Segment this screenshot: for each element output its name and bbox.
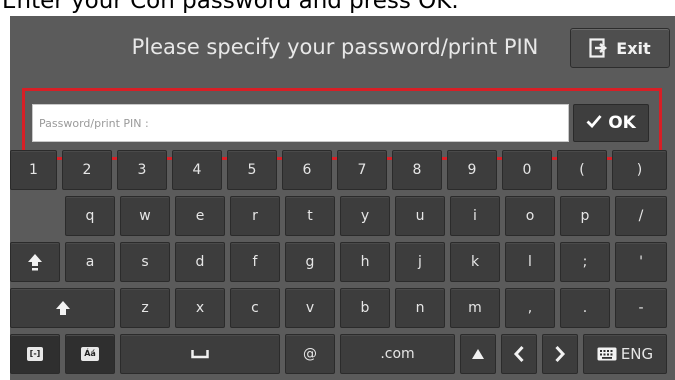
key-t[interactable]: t: [285, 196, 335, 236]
key-comma[interactable]: ,: [505, 288, 555, 328]
key-o[interactable]: o: [505, 196, 555, 236]
key-b[interactable]: b: [340, 288, 390, 328]
chevron-right-icon: [555, 345, 566, 363]
space-icon: [191, 350, 209, 359]
key-up[interactable]: [460, 334, 496, 374]
key-2[interactable]: 2: [62, 150, 112, 190]
key-g[interactable]: g: [285, 242, 335, 282]
key-y[interactable]: y: [340, 196, 390, 236]
keyboard-panel: Please specify your password/print PIN E…: [10, 16, 675, 380]
key-0[interactable]: 0: [502, 150, 552, 190]
key-k[interactable]: k: [450, 242, 500, 282]
exit-button[interactable]: Exit: [570, 28, 670, 68]
key-at[interactable]: @: [285, 334, 335, 374]
ok-label: OK: [608, 113, 636, 133]
key-9[interactable]: 9: [447, 150, 497, 190]
key-hyphen-mode[interactable]: [-]: [10, 334, 60, 374]
key-x[interactable]: x: [175, 288, 225, 328]
key-n[interactable]: n: [395, 288, 445, 328]
key-shift[interactable]: [10, 288, 115, 328]
keyboard-icon: [597, 347, 617, 361]
key-z[interactable]: z: [120, 288, 170, 328]
key-accent[interactable]: Áá: [65, 334, 115, 374]
key-space[interactable]: [120, 334, 280, 374]
key-period[interactable]: .: [560, 288, 610, 328]
ok-button[interactable]: OK: [573, 104, 649, 142]
key-6[interactable]: 6: [282, 150, 332, 190]
key-r[interactable]: r: [230, 196, 280, 236]
check-icon: [586, 113, 602, 133]
key-q[interactable]: q: [65, 196, 115, 236]
key-a[interactable]: a: [65, 242, 115, 282]
hyphen-mode-label: [-]: [26, 347, 44, 361]
key-left[interactable]: [501, 334, 537, 374]
key-w[interactable]: w: [120, 196, 170, 236]
key-8[interactable]: 8: [392, 150, 442, 190]
key-v[interactable]: v: [285, 288, 335, 328]
key-m[interactable]: m: [450, 288, 500, 328]
key-slash[interactable]: /: [615, 196, 667, 236]
key-f[interactable]: f: [230, 242, 280, 282]
chevron-left-icon: [513, 345, 524, 363]
key-dot-com[interactable]: .com: [340, 334, 455, 374]
key-5[interactable]: 5: [227, 150, 277, 190]
key-7[interactable]: 7: [337, 150, 387, 190]
key-close-paren[interactable]: ): [612, 150, 667, 190]
page-title: Please specify your password/print PIN: [131, 35, 539, 59]
key-d[interactable]: d: [175, 242, 225, 282]
key-s[interactable]: s: [120, 242, 170, 282]
password-input[interactable]: [32, 104, 569, 142]
key-3[interactable]: 3: [117, 150, 167, 190]
instruction-text: Enter your Con password and press OK.: [2, 0, 459, 14]
key-u[interactable]: u: [395, 196, 445, 236]
key-hyphen[interactable]: -: [615, 288, 667, 328]
key-apostrophe[interactable]: ': [615, 242, 667, 282]
exit-icon: [589, 38, 609, 58]
accent-label: Áá: [81, 347, 99, 361]
language-label: ENG: [620, 345, 654, 363]
shift-lock-icon: [28, 254, 42, 271]
shift-icon: [55, 301, 70, 315]
key-semicolon[interactable]: ;: [560, 242, 610, 282]
key-c[interactable]: c: [230, 288, 280, 328]
language-button[interactable]: ENG: [583, 334, 667, 374]
key-j[interactable]: j: [395, 242, 445, 282]
key-open-paren[interactable]: (: [557, 150, 607, 190]
exit-label: Exit: [616, 38, 651, 58]
key-e[interactable]: e: [175, 196, 225, 236]
triangle-up-icon: [472, 349, 484, 359]
key-right[interactable]: [542, 334, 578, 374]
key-p[interactable]: p: [560, 196, 610, 236]
key-1[interactable]: 1: [10, 150, 57, 190]
key-i[interactable]: i: [450, 196, 500, 236]
key-4[interactable]: 4: [172, 150, 222, 190]
key-h[interactable]: h: [340, 242, 390, 282]
key-l[interactable]: l: [505, 242, 555, 282]
key-shift-lock[interactable]: [10, 242, 60, 282]
